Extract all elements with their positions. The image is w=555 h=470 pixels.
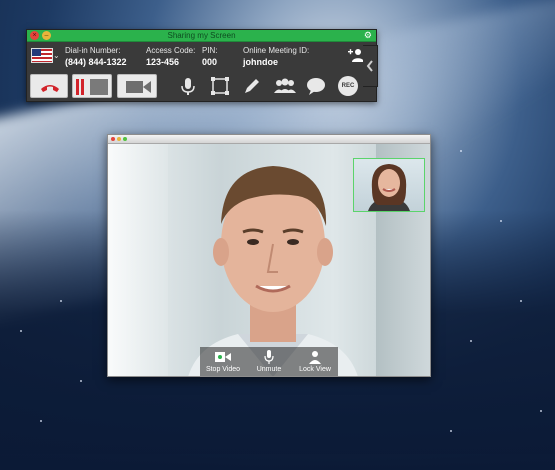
stop-video-label: Stop Video [205,366,241,373]
meeting-id-value: johndoe [243,57,278,67]
video-controls-bar: Stop Video Unmute Lock View [200,347,338,376]
remote-video-feed: Stop Video Unmute Lock View [108,144,430,376]
microphone-icon [264,350,274,364]
video-camera-icon [215,352,231,362]
lock-view-label: Lock View [299,366,331,373]
unmute-label: Unmute [256,366,282,373]
microphone-icon[interactable] [177,75,199,97]
dial-in-number: (844) 844-1322 [65,57,127,67]
remote-participant-image [188,166,358,376]
person-icon [309,351,321,364]
dial-in-label: Dial-in Number: [65,46,121,55]
pause-stop-button[interactable] [72,74,112,98]
access-code-label: Access Code: [146,46,196,55]
window-minimize-icon[interactable] [117,137,121,141]
video-call-window: Stop Video Unmute Lock View [107,134,431,377]
pin-value: 000 [202,57,218,67]
unmute-button[interactable]: Unmute [246,347,292,376]
chevron-down-icon[interactable]: ⌄ [53,51,60,60]
window-zoom-icon[interactable] [123,137,127,141]
meeting-toolbar: × – Sharing my Screen ⚙ ⌄ Dial-in Number… [26,29,377,102]
self-view-video[interactable] [353,158,425,212]
chevron-left-icon [366,60,373,72]
participants-icon[interactable] [272,75,298,97]
toolbar-collapse-tab[interactable] [363,45,378,87]
screen-select-icon[interactable] [209,75,231,97]
hang-up-button[interactable] [30,74,68,98]
toolbar-title: Sharing my Screen [167,31,236,40]
country-flag-icon[interactable] [31,48,53,63]
toolbar-title-bar: × – Sharing my Screen ⚙ [27,30,376,42]
add-user-icon[interactable] [348,47,364,63]
self-view-participant-image [368,164,410,211]
rec-label: REC [341,83,355,89]
stop-video-button[interactable]: Stop Video [200,347,246,376]
video-window-title-bar [108,135,430,144]
access-code-value: 123-456 [146,57,180,67]
meeting-id-label: Online Meeting ID: [243,46,310,55]
chat-bubble-icon[interactable] [305,75,327,97]
phone-hangup-icon [41,85,59,92]
video-camera-icon [126,81,151,93]
pencil-icon[interactable] [241,75,263,97]
pin-label: PIN: [202,46,218,55]
record-button[interactable]: REC [338,76,358,96]
gear-icon[interactable]: ⚙ [364,30,372,41]
pause-stop-icon [76,79,108,95]
window-close-icon[interactable] [111,137,115,141]
video-camera-button[interactable] [117,74,157,98]
lock-view-button[interactable]: Lock View [292,347,338,376]
